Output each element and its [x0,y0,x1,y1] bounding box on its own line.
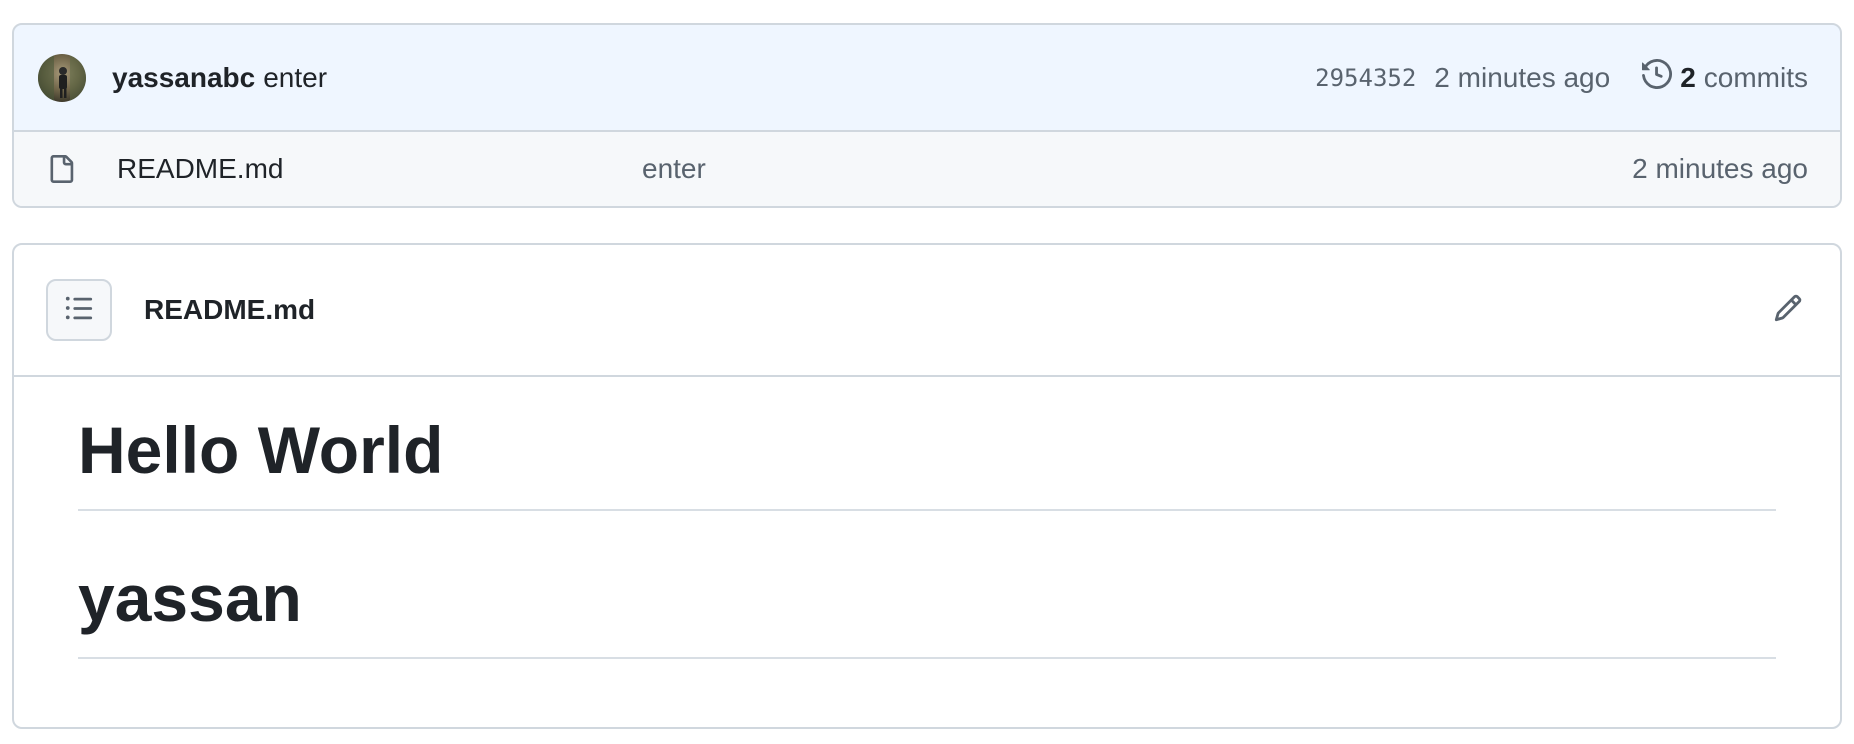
commit-author-link[interactable]: yassanabc [112,62,255,94]
list-unordered-icon [64,293,94,328]
readme-header: README.md [14,245,1840,377]
readme-title: README.md [144,294,316,325]
file-name-link[interactable]: README.md [117,153,597,185]
readme-heading-hello-world: Hello World [78,377,1776,511]
commit-message-link[interactable]: enter [263,62,327,94]
readme-content: Hello World yassan [14,377,1840,659]
commit-time: 2 minutes ago [1434,61,1611,93]
page: yassanabc enter 2954352 2 minutes ago 2 … [0,0,1854,744]
commits-history-link[interactable]: 2 commits [1642,58,1808,96]
outline-button[interactable] [46,279,112,341]
commits-count: 2 [1680,61,1696,93]
edit-file-button[interactable] [1768,290,1808,330]
commits-label: commits [1703,61,1808,93]
readme-heading-yassan: yassan [78,511,1776,659]
history-icon [1642,58,1680,96]
readme-panel: README.md Hello World yassan [12,243,1842,729]
file-commit-message-link[interactable]: enter [642,153,706,185]
pencil-icon [1773,293,1803,328]
latest-commit-row: yassanabc enter 2954352 2 minutes ago 2 … [14,25,1840,132]
commit-sha-link[interactable]: 2954352 [1315,64,1416,92]
avatar[interactable] [38,53,86,102]
file-icon [47,153,75,185]
file-list: yassanabc enter 2954352 2 minutes ago 2 … [12,23,1842,208]
file-row: README.md enter 2 minutes ago [14,132,1840,206]
file-commit-time: 2 minutes ago [1632,153,1808,184]
